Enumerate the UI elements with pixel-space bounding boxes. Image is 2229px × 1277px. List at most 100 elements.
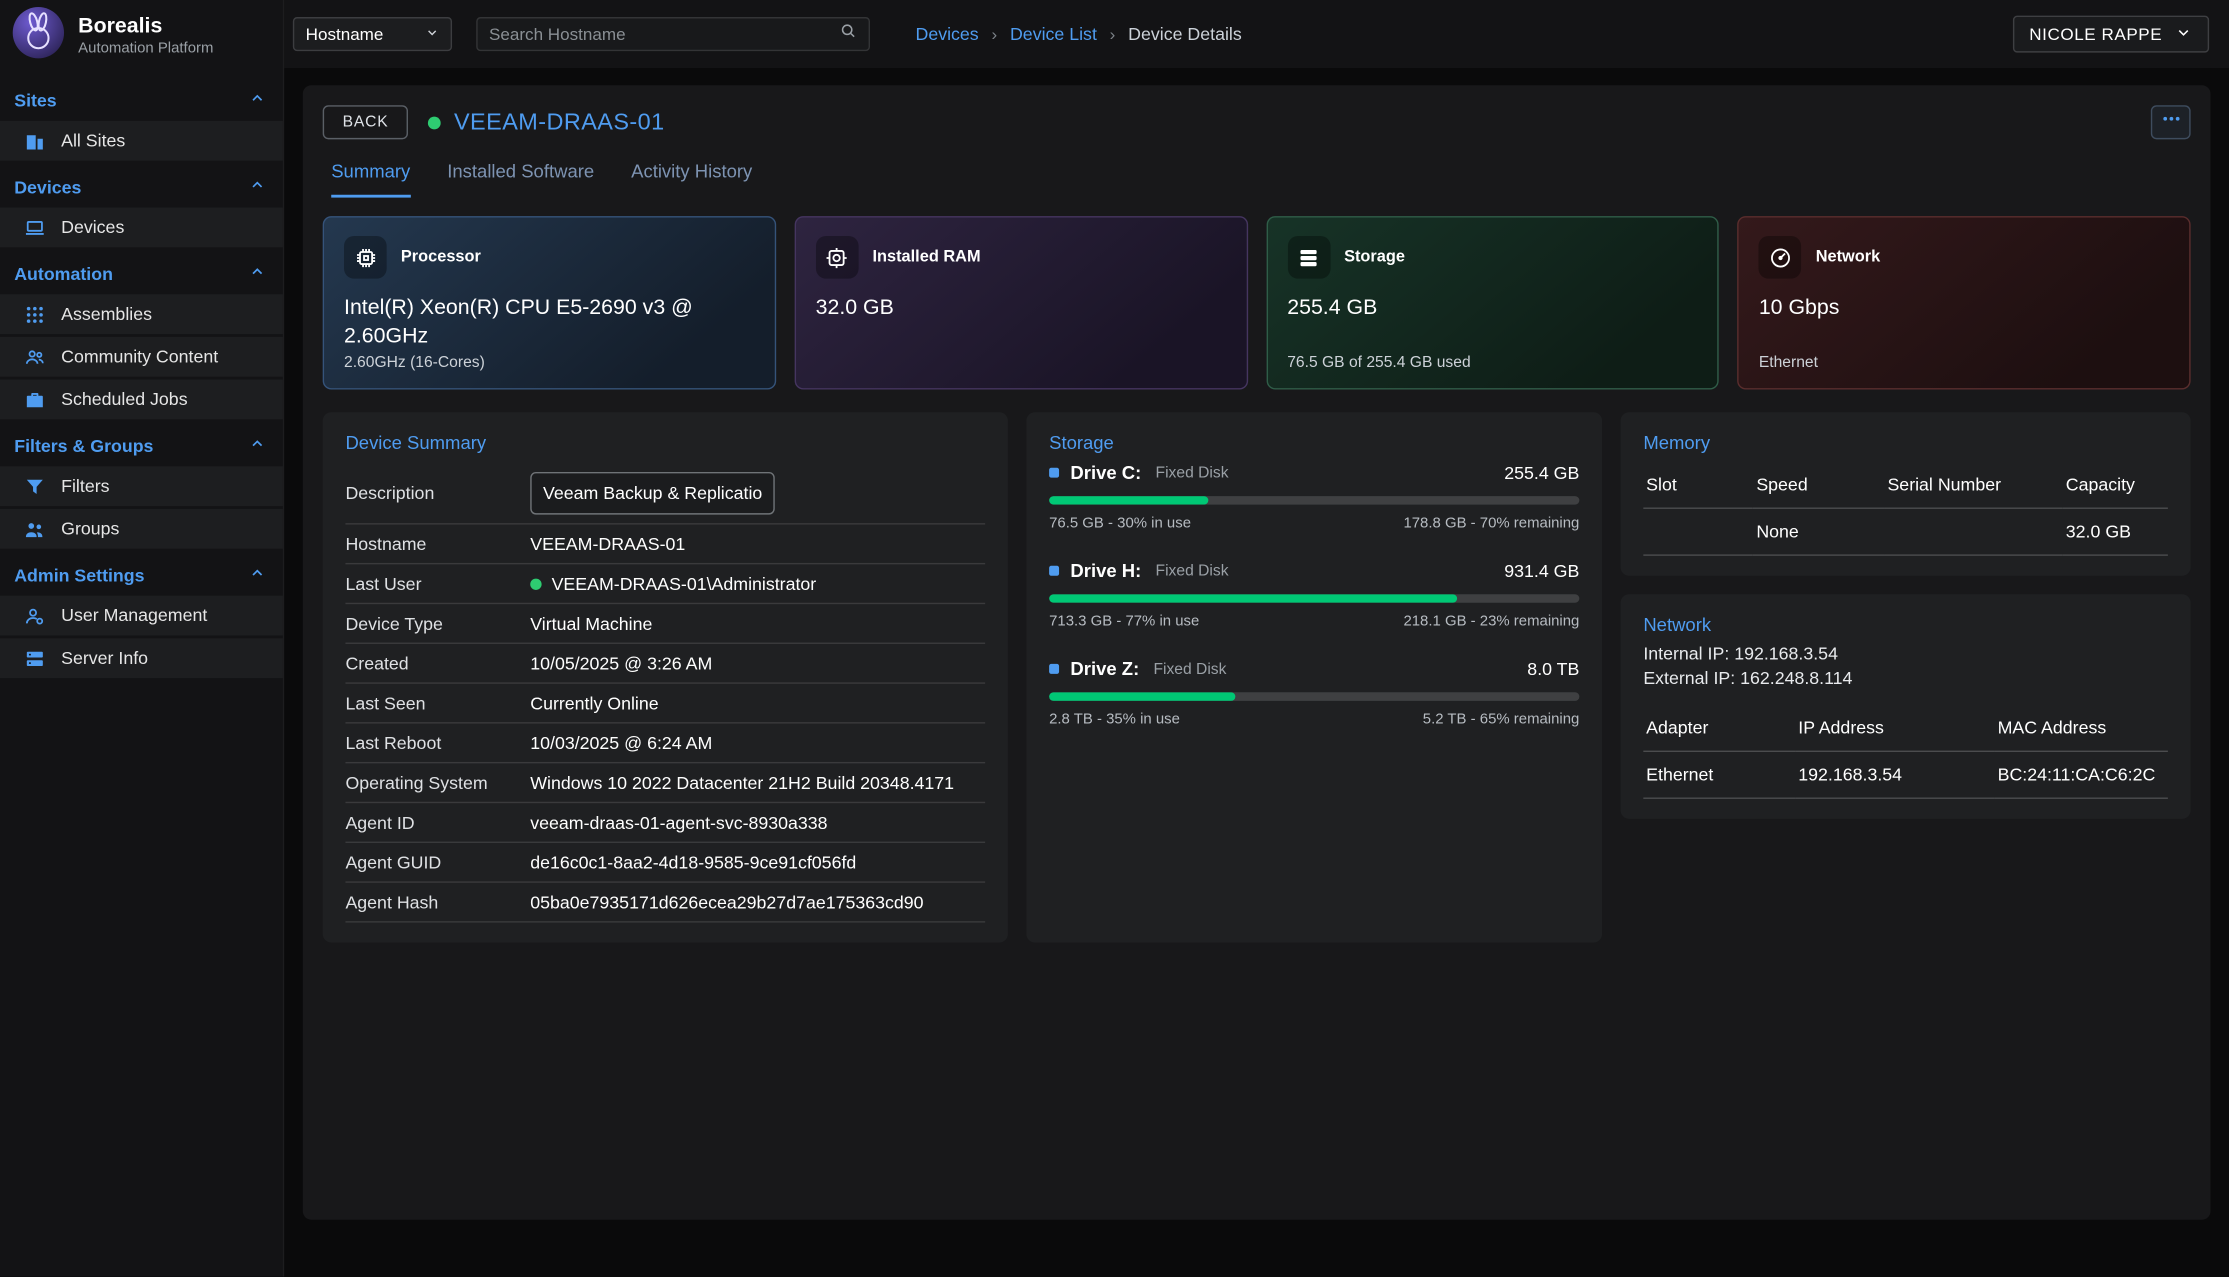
network-speed-icon xyxy=(1759,236,1802,279)
ellipsis-icon xyxy=(2160,108,2181,136)
chevron-up-icon xyxy=(249,90,266,111)
online-status-dot xyxy=(530,578,541,589)
topbar: Hostname Devices › Device List › Device … xyxy=(284,0,2229,68)
summary-row-description: Description xyxy=(345,462,985,525)
sidebar-item-filters[interactable]: Filters xyxy=(0,466,283,506)
back-button[interactable]: BACK xyxy=(323,105,409,139)
brand-header: Borealis Automation Platform xyxy=(0,0,283,71)
sidebar-item-community-content[interactable]: Community Content xyxy=(0,337,283,377)
drive-c: Drive C: Fixed Disk 255.4 GB 76.5 GB - 3… xyxy=(1049,462,1579,532)
tab-activity-history[interactable]: Activity History xyxy=(631,161,752,198)
storage-card: Storage 255.4 GB 76.5 GB of 255.4 GB use… xyxy=(1266,216,1719,389)
sidebar-section-sites[interactable]: Sites xyxy=(0,77,283,121)
sidebar-section-devices[interactable]: Devices xyxy=(0,163,283,207)
search-input[interactable] xyxy=(489,24,839,44)
sidebar-nav: Sites All Sites Devices Devices Automati… xyxy=(0,71,283,678)
drive-used-text: 713.3 GB - 77% in use xyxy=(1049,613,1199,630)
chevron-up-icon xyxy=(249,263,266,284)
summary-row-agent-guid: Agent GUID de16c0c1-8aa2-4d18-9585-9ce91… xyxy=(345,843,985,883)
main-content: BACK VEEAM-DRAAS-01 Summary Installed So… xyxy=(284,68,2229,1276)
breadcrumb-device-details: Device Details xyxy=(1128,24,1242,44)
stat-label: Network xyxy=(1816,249,1881,266)
brand-name: Borealis xyxy=(78,15,213,40)
stat-value: Intel(R) Xeon(R) CPU E5-2690 v3 @ 2.60GH… xyxy=(344,294,754,352)
breadcrumb-device-list[interactable]: Device List xyxy=(1010,24,1097,44)
network-table: Adapter IP Address MAC Address Ethernet … xyxy=(1643,705,2168,799)
stat-label: Storage xyxy=(1344,249,1405,266)
stat-value: 32.0 GB xyxy=(816,294,1226,323)
card-title: Memory xyxy=(1643,432,2168,453)
sites-icon xyxy=(24,130,45,151)
sidebar-item-devices[interactable]: Devices xyxy=(0,208,283,248)
online-status-dot xyxy=(428,116,441,129)
drive-bullet-icon xyxy=(1049,468,1059,478)
external-ip: External IP: 162.248.8.114 xyxy=(1643,668,2168,688)
stat-subtitle: 2.60GHz (16-Cores) xyxy=(344,354,485,371)
search-field-selector[interactable]: Hostname xyxy=(293,17,452,51)
chevron-up-icon xyxy=(249,176,266,197)
device-tabs: Summary Installed Software Activity Hist… xyxy=(323,161,2191,198)
drive-usage-bar xyxy=(1049,594,1579,603)
device-summary-card: Device Summary Description Hostname VEEA… xyxy=(323,412,1008,942)
sidebar-section-filters-groups[interactable]: Filters & Groups xyxy=(0,422,283,466)
description-input[interactable] xyxy=(530,471,775,514)
tab-summary[interactable]: Summary xyxy=(331,161,410,198)
page-title: VEEAM-DRAAS-01 xyxy=(428,109,664,136)
sidebar-item-user-management[interactable]: User Management xyxy=(0,596,283,636)
breadcrumb-separator: › xyxy=(991,24,997,44)
device-details-panel: BACK VEEAM-DRAAS-01 Summary Installed So… xyxy=(303,85,2211,1219)
installed-ram-card: Installed RAM 32.0 GB xyxy=(794,216,1247,389)
sidebar-item-all-sites[interactable]: All Sites xyxy=(0,121,283,161)
sidebar-item-server-info[interactable]: Server Info xyxy=(0,638,283,678)
community-content-icon xyxy=(24,346,45,367)
stat-subtitle: 76.5 GB of 255.4 GB used xyxy=(1287,354,1470,371)
sidebar-item-scheduled-jobs[interactable]: Scheduled Jobs xyxy=(0,380,283,420)
summary-row-hostname: Hostname VEEAM-DRAAS-01 xyxy=(345,525,985,565)
memory-card: Memory Slot Speed Serial Number Capacity xyxy=(1621,412,2191,575)
sidebar-section-automation[interactable]: Automation xyxy=(0,250,283,294)
stat-subtitle: Ethernet xyxy=(1759,354,1818,371)
summary-row-last-user: Last User VEEAM-DRAAS-01\Administrator xyxy=(345,564,985,604)
filter-icon xyxy=(24,476,45,497)
summary-row-agent-hash: Agent Hash 05ba0e7935171d626ecea29b27d7a… xyxy=(345,883,985,923)
user-menu-button[interactable]: NICOLE RAPPE xyxy=(2012,16,2209,53)
drive-used-text: 76.5 GB - 30% in use xyxy=(1049,515,1191,532)
search-icon[interactable] xyxy=(839,21,857,47)
stat-value: 255.4 GB xyxy=(1287,294,1697,323)
sidebar-section-admin-settings[interactable]: Admin Settings xyxy=(0,552,283,596)
summary-row-operating-system: Operating System Windows 10 2022 Datacen… xyxy=(345,763,985,803)
drive-remaining-text: 218.1 GB - 23% remaining xyxy=(1403,613,1579,630)
chevron-down-icon xyxy=(2175,23,2192,44)
sidebar-item-assemblies[interactable]: Assemblies xyxy=(0,294,283,334)
sidebar: Borealis Automation Platform Sites All S… xyxy=(0,0,284,1277)
chevron-up-icon xyxy=(249,435,266,456)
user-management-icon xyxy=(24,605,45,626)
more-actions-button[interactable] xyxy=(2151,105,2191,139)
devices-icon xyxy=(24,217,45,238)
breadcrumb: Devices › Device List › Device Details xyxy=(915,24,1241,44)
chevron-down-icon xyxy=(425,24,439,44)
network-card: Network 10 Gbps Ethernet xyxy=(1738,216,2191,389)
table-row: Ethernet 192.168.3.54 BC:24:11:CA:C6:2C xyxy=(1643,751,2168,798)
stat-value: 10 Gbps xyxy=(1759,294,2169,323)
tab-installed-software[interactable]: Installed Software xyxy=(447,161,594,198)
internal-ip: Internal IP: 192.168.3.54 xyxy=(1643,644,2168,664)
summary-row-device-type: Device Type Virtual Machine xyxy=(345,604,985,644)
search-box xyxy=(476,17,870,51)
summary-row-last-reboot: Last Reboot 10/03/2025 @ 6:24 AM xyxy=(345,724,985,764)
assemblies-icon xyxy=(24,304,45,325)
device-header: BACK VEEAM-DRAAS-01 xyxy=(323,105,2191,139)
server-info-icon xyxy=(24,648,45,669)
drive-remaining-text: 5.2 TB - 65% remaining xyxy=(1423,711,1580,728)
summary-row-last-seen: Last Seen Currently Online xyxy=(345,684,985,724)
processor-card: Processor Intel(R) Xeon(R) CPU E5-2690 v… xyxy=(323,216,776,389)
drive-bullet-icon xyxy=(1049,566,1059,576)
sidebar-item-groups[interactable]: Groups xyxy=(0,509,283,549)
ram-icon xyxy=(816,236,859,279)
breadcrumb-devices[interactable]: Devices xyxy=(915,24,978,44)
network-details-card: Network Internal IP: 192.168.3.54 Extern… xyxy=(1621,594,2191,819)
drive-h: Drive H: Fixed Disk 931.4 GB 713.3 GB - … xyxy=(1049,560,1579,630)
table-row: None 32.0 GB xyxy=(1643,508,2168,555)
borealis-logo xyxy=(11,5,65,66)
processor-icon xyxy=(344,236,387,279)
